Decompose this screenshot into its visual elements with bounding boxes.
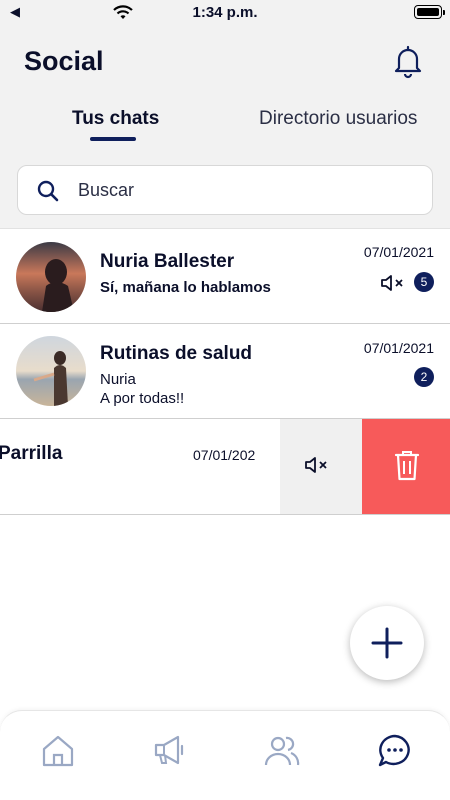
home-icon[interactable] (38, 731, 78, 771)
unread-badge: 2 (414, 367, 434, 387)
chat-name: Rutinas de salud (100, 343, 253, 364)
new-chat-button[interactable] (350, 606, 424, 680)
mute-icon (381, 275, 403, 291)
chat-icon[interactable] (375, 731, 415, 771)
chat-name: Parrilla (0, 443, 63, 464)
chat-row[interactable]: Nuria Ballester Sí, mañana lo hablamos 0… (0, 228, 450, 324)
unread-badge: 5 (414, 272, 434, 292)
chat-last-message: A por todas!! (100, 390, 185, 407)
tab-directorio-usuarios[interactable]: Directorio usuarios (259, 108, 417, 130)
avatar (16, 336, 86, 406)
chat-date: 07/01/2021 (363, 340, 434, 356)
avatar (16, 242, 86, 312)
active-tab-indicator (90, 137, 136, 141)
megaphone-icon[interactable] (150, 731, 190, 771)
swipe-mute-button[interactable] (280, 419, 362, 514)
status-bar: ◀ 1:34 p.m. (0, 0, 450, 26)
mute-icon (305, 457, 327, 473)
search-input[interactable] (78, 166, 418, 214)
chat-sender: Nuria (100, 371, 136, 388)
header: Social Tus chats Directorio usuarios (0, 26, 450, 228)
search-bar[interactable] (17, 165, 433, 215)
chat-date: 07/01/202 (193, 447, 256, 463)
chat-date: 07/01/2021 (363, 244, 434, 260)
bell-icon[interactable] (390, 43, 426, 79)
page-title: Social (24, 46, 104, 76)
chat-row-swiped[interactable]: Parrilla 07/01/202 (0, 419, 450, 515)
battery-icon (414, 5, 445, 19)
chat-last-message: Sí, mañana lo hablamos (100, 279, 271, 296)
plus-icon (371, 627, 403, 659)
bottom-nav (0, 710, 450, 800)
swipe-delete-button[interactable] (362, 419, 450, 514)
chat-name: Nuria Ballester (100, 251, 235, 272)
trash-icon (394, 451, 420, 481)
status-time: 1:34 p.m. (192, 4, 258, 21)
tab-tus-chats[interactable]: Tus chats (72, 108, 159, 130)
chat-row[interactable]: Rutinas de salud Nuria A por todas!! 07/… (0, 324, 450, 419)
users-icon[interactable] (262, 731, 302, 771)
search-icon (37, 180, 59, 202)
